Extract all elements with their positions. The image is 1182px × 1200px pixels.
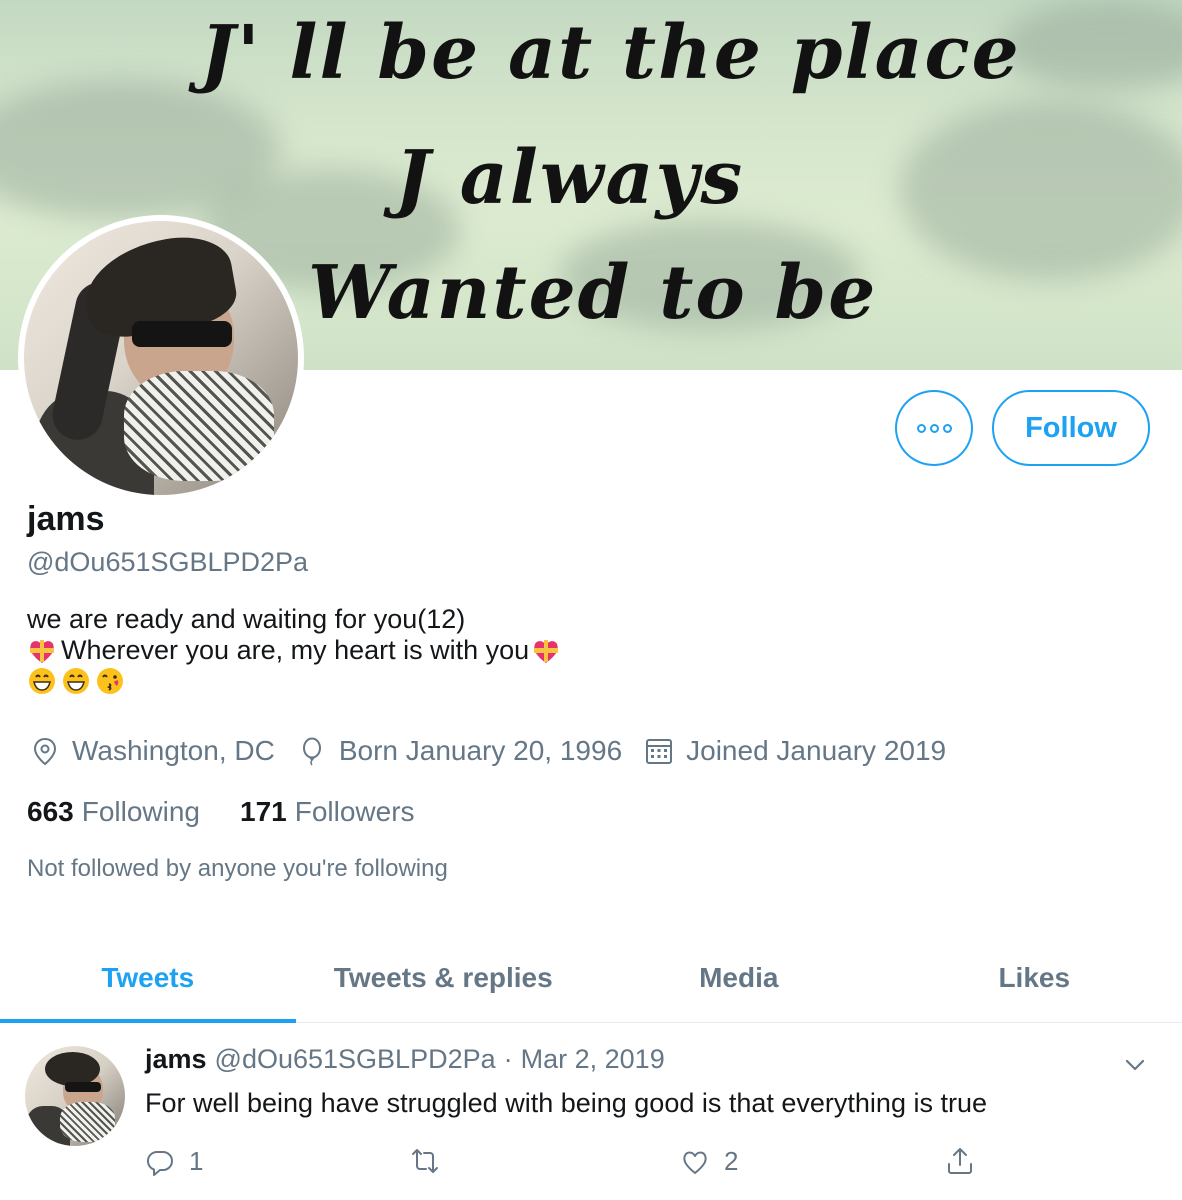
- bio-line-2: Wherever you are, my heart is with you: [27, 635, 565, 666]
- followers-label: Followers: [294, 796, 415, 827]
- joined-item: Joined January 2019: [644, 735, 946, 767]
- like-count: 2: [724, 1146, 739, 1176]
- tweet-header: jams @dOu651SGBLPD2Pa · Mar 2, 2019: [145, 1044, 665, 1075]
- tweet-author-handle[interactable]: @dOu651SGBLPD2Pa: [215, 1044, 496, 1074]
- followers-link[interactable]: 171 Followers: [240, 796, 415, 828]
- profile-name: jams: [27, 500, 105, 538]
- profile-meta: Washington, DC Born January 20, 1996 Joi…: [30, 735, 968, 767]
- more-dots-icon: [916, 423, 952, 433]
- chevron-down-icon[interactable]: [1122, 1052, 1148, 1078]
- banner-text-line1: J' ll be at the place: [200, 10, 1021, 96]
- balloon-icon: [302, 737, 321, 766]
- location-item: Washington, DC: [30, 735, 275, 767]
- heart-icon: [683, 1151, 707, 1174]
- more-options-button[interactable]: [895, 390, 973, 466]
- tweet-actions: 1 2: [145, 1146, 995, 1186]
- tweet-date[interactable]: Mar 2, 2019: [521, 1044, 665, 1074]
- bio-line-3: [27, 666, 565, 696]
- banner-text-line3: Wanted to be: [308, 250, 878, 336]
- tweet[interactable]: jams @dOu651SGBLPD2Pa · Mar 2, 2019 For wel…: [0, 1024, 1182, 1200]
- location-pin-icon: [33, 737, 57, 766]
- profile-handle: @dOu651SGBLPD2Pa: [27, 547, 309, 577]
- tab-tweets[interactable]: Tweets: [0, 935, 296, 1023]
- retweet-button[interactable]: [410, 1146, 454, 1176]
- follow-button[interactable]: Follow: [992, 390, 1150, 466]
- kissing-face-emoji-icon: [95, 666, 125, 696]
- birthday-text: Born January 20, 1996: [338, 735, 623, 766]
- heart-gift-emoji-icon: [531, 636, 561, 666]
- banner-text-line2: J always: [395, 135, 745, 221]
- like-button[interactable]: 2: [680, 1146, 738, 1177]
- tweet-text: For well being have struggled with being…: [145, 1088, 987, 1118]
- bio-line-1: we are ready and waiting for you(12): [27, 604, 466, 634]
- following-count: 663: [27, 796, 74, 827]
- tweet-author-name[interactable]: jams: [145, 1044, 207, 1074]
- reply-count: 1: [189, 1146, 204, 1176]
- joined-text: Joined January 2019: [686, 735, 947, 766]
- location-text: Washington, DC: [72, 735, 275, 766]
- share-button[interactable]: [945, 1146, 989, 1176]
- calendar-icon: [646, 739, 673, 764]
- profile-bio: we are ready and waiting for you(12) Whe…: [27, 604, 565, 696]
- not-followed-notice: Not followed by anyone you're following: [27, 855, 448, 882]
- tweet-separator: ·: [503, 1044, 513, 1074]
- grinning-face-emoji-icon: [61, 666, 91, 696]
- reply-button[interactable]: 1: [145, 1146, 203, 1177]
- banner-cloud: [900, 100, 1182, 280]
- banner-cloud: [1000, 0, 1182, 90]
- profile-tabs: Tweets Tweets & replies Media Likes: [0, 935, 1182, 1023]
- retweet-icon: [412, 1149, 438, 1173]
- follow-counts: 663 Following 171 Followers: [27, 796, 455, 828]
- bio-line-2-text: Wherever you are, my heart is with you: [61, 635, 530, 665]
- grinning-face-emoji-icon: [27, 666, 57, 696]
- profile-avatar[interactable]: [18, 215, 304, 501]
- birthday-item: Born January 20, 1996: [297, 735, 622, 767]
- reply-icon: [146, 1150, 173, 1176]
- tab-tweets-and-replies[interactable]: Tweets & replies: [296, 935, 592, 1021]
- following-label: Following: [81, 796, 200, 827]
- heart-gift-emoji-icon: [27, 636, 57, 666]
- avatar-image: [24, 221, 298, 495]
- share-icon: [948, 1148, 972, 1174]
- tweet-avatar[interactable]: [25, 1046, 125, 1146]
- tab-likes[interactable]: Likes: [887, 935, 1182, 1021]
- following-link[interactable]: 663 Following: [27, 796, 200, 828]
- tab-media[interactable]: Media: [591, 935, 887, 1021]
- followers-count: 171: [240, 796, 287, 827]
